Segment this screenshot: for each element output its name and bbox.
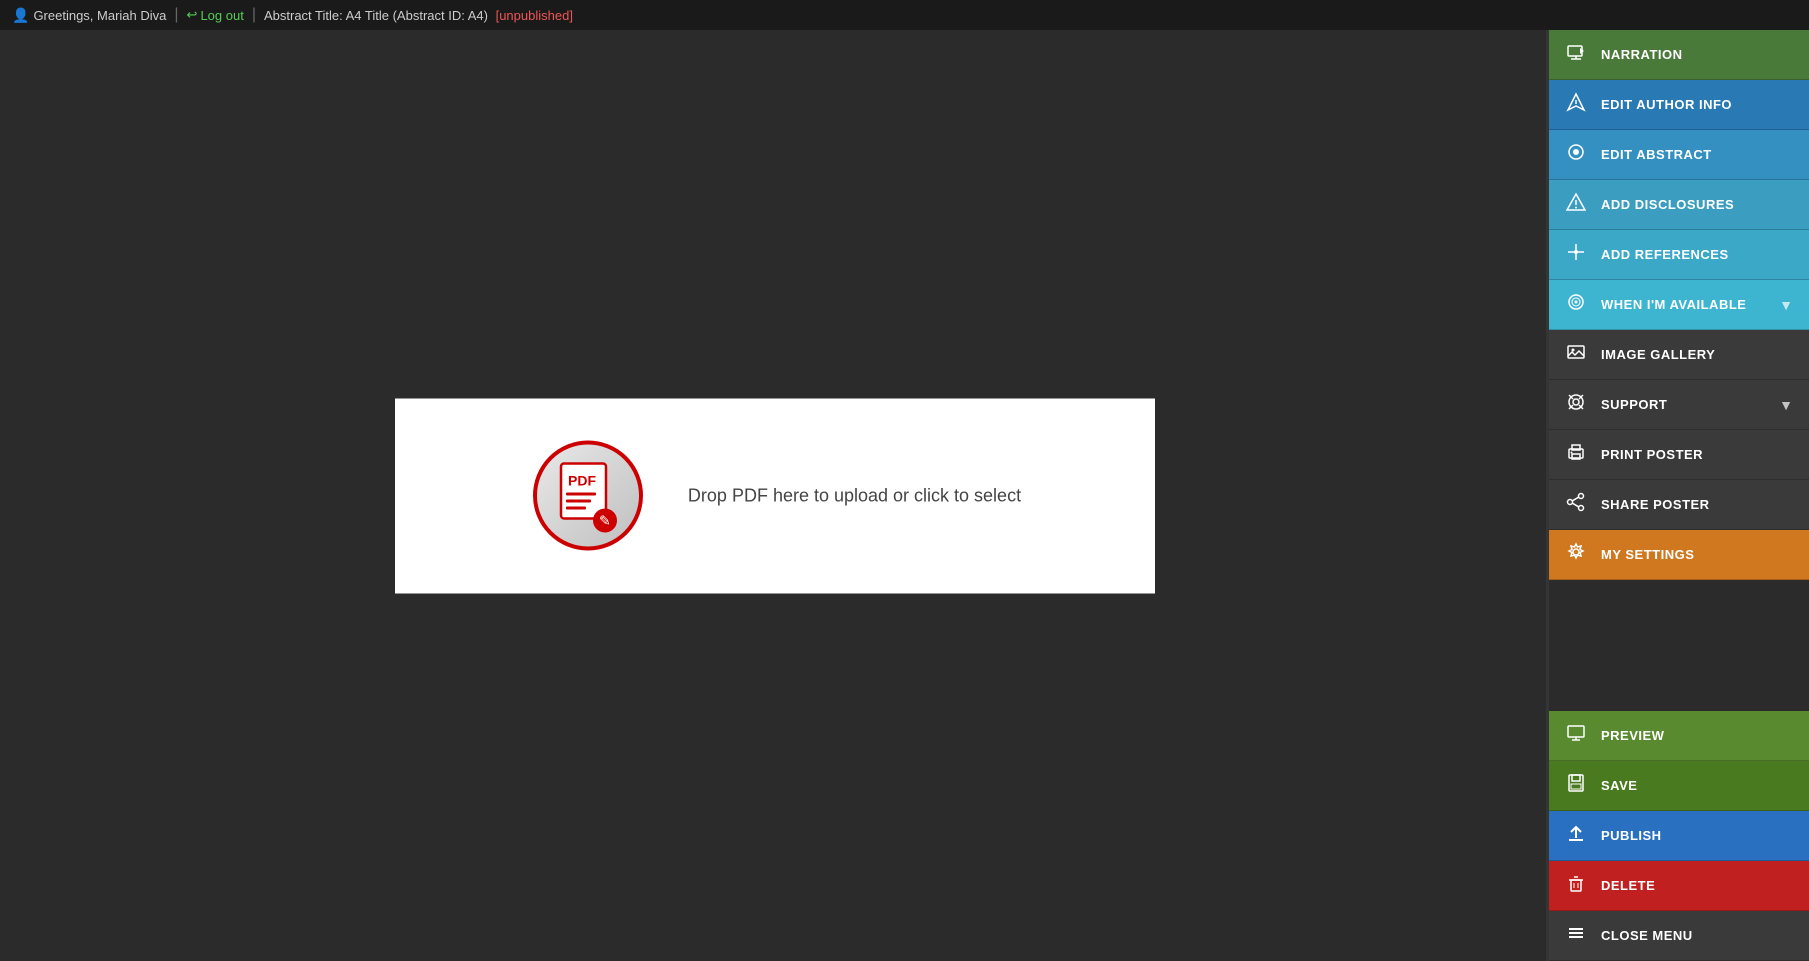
- greeting-text: 👤 Greetings, Mariah Diva: [12, 7, 166, 24]
- abstract-prefix: Abstract Title:: [264, 8, 343, 23]
- when-available-icon: [1565, 292, 1587, 317]
- my-settings-icon: [1565, 542, 1587, 567]
- sidebar-item-when-available[interactable]: WHEN I'M AVAILABLE ▼: [1549, 280, 1809, 330]
- resize-handle[interactable]: [1546, 30, 1549, 961]
- print-poster-icon: [1565, 442, 1587, 467]
- pdf-svg-icon: PDF ✎: [553, 458, 623, 533]
- sidebar-item-narration[interactable]: NARRATION: [1549, 30, 1809, 80]
- sidebar-item-publish[interactable]: PUBLISH: [1549, 811, 1809, 861]
- sidebar-item-print-poster[interactable]: PRINT POSTER: [1549, 430, 1809, 480]
- abstract-title-value: A4 Title (Abstract ID: A4): [346, 8, 488, 23]
- image-gallery-label: IMAGE GALLERY: [1601, 347, 1715, 362]
- pdf-circle: PDF ✎: [533, 441, 643, 551]
- abstract-title-area: Abstract Title: A4 Title (Abstract ID: A…: [264, 8, 573, 23]
- close-menu-label: CLOSE MENU: [1601, 928, 1693, 943]
- sidebar-spacer: [1549, 580, 1809, 711]
- preview-icon: [1565, 723, 1587, 748]
- pdf-icon: PDF ✎: [528, 436, 648, 556]
- edit-author-icon: [1565, 92, 1587, 117]
- sidebar-item-close-menu[interactable]: CLOSE MENU: [1549, 911, 1809, 961]
- sidebar-item-delete[interactable]: DELETE: [1549, 861, 1809, 911]
- sidebar: NARRATION EDIT AUTHOR INFO EDIT ABSTRACT…: [1549, 30, 1809, 961]
- logout-label: Log out: [200, 8, 243, 23]
- person-icon: 👤: [12, 7, 29, 24]
- sidebar-item-add-disclosures[interactable]: ADD DISCLOSURES: [1549, 180, 1809, 230]
- save-icon: [1565, 773, 1587, 798]
- svg-text:PDF: PDF: [568, 472, 596, 488]
- publish-label: PUBLISH: [1601, 828, 1662, 843]
- delete-label: DELETE: [1601, 878, 1655, 893]
- support-label: SUPPORT: [1601, 397, 1667, 412]
- pdf-upload-dropzone[interactable]: PDF ✎ Drop PDF here to upload or click t…: [395, 398, 1155, 593]
- dropdown-arrow-icon: ▼: [1779, 397, 1793, 413]
- upload-drop-text: Drop PDF here to upload or click to sele…: [688, 485, 1021, 506]
- my-settings-label: MY SETTINGS: [1601, 547, 1694, 562]
- sidebar-item-share-poster[interactable]: SHARE POSTER: [1549, 480, 1809, 530]
- close-menu-icon: [1565, 923, 1587, 948]
- publish-icon: [1565, 823, 1587, 848]
- sidebar-item-preview[interactable]: PREVIEW: [1549, 711, 1809, 761]
- canvas-area[interactable]: PDF ✎ Drop PDF here to upload or click t…: [0, 30, 1549, 961]
- print-poster-label: PRINT POSTER: [1601, 447, 1703, 462]
- add-references-icon: [1565, 242, 1587, 267]
- narration-icon: [1565, 42, 1587, 67]
- sidebar-item-add-references[interactable]: ADD REFERENCES: [1549, 230, 1809, 280]
- main-area: PDF ✎ Drop PDF here to upload or click t…: [0, 30, 1809, 961]
- topbar: 👤 Greetings, Mariah Diva | ↩ Log out | A…: [0, 0, 1809, 30]
- logout-button[interactable]: ↩ Log out: [187, 7, 244, 23]
- edit-abstract-icon: [1565, 142, 1587, 167]
- sidebar-item-my-settings[interactable]: MY SETTINGS: [1549, 530, 1809, 580]
- logout-icon: ↩: [187, 7, 198, 23]
- save-label: SAVE: [1601, 778, 1637, 793]
- share-poster-icon: [1565, 492, 1587, 517]
- add-disclosures-icon: [1565, 192, 1587, 217]
- sidebar-item-edit-author[interactable]: EDIT AUTHOR INFO: [1549, 80, 1809, 130]
- preview-label: PREVIEW: [1601, 728, 1664, 743]
- narration-label: NARRATION: [1601, 47, 1683, 62]
- edit-abstract-label: EDIT ABSTRACT: [1601, 147, 1712, 162]
- share-poster-label: SHARE POSTER: [1601, 497, 1710, 512]
- svg-text:✎: ✎: [599, 512, 611, 528]
- sidebar-nav: NARRATION EDIT AUTHOR INFO EDIT ABSTRACT…: [1549, 30, 1809, 580]
- image-gallery-icon: [1565, 342, 1587, 367]
- add-references-label: ADD REFERENCES: [1601, 247, 1729, 262]
- when-available-label: WHEN I'M AVAILABLE: [1601, 297, 1746, 312]
- sidebar-item-edit-abstract[interactable]: EDIT ABSTRACT: [1549, 130, 1809, 180]
- edit-author-label: EDIT AUTHOR INFO: [1601, 97, 1732, 112]
- delete-icon: [1565, 873, 1587, 898]
- status-badge: [unpublished]: [496, 8, 573, 23]
- sidebar-bottom: PREVIEW SAVE PUBLISH DELETE CLOSE MENU: [1549, 711, 1809, 961]
- add-disclosures-label: ADD DISCLOSURES: [1601, 197, 1734, 212]
- sidebar-item-image-gallery[interactable]: IMAGE GALLERY: [1549, 330, 1809, 380]
- sidebar-item-support[interactable]: SUPPORT ▼: [1549, 380, 1809, 430]
- support-icon: [1565, 392, 1587, 417]
- dropdown-arrow-icon: ▼: [1779, 297, 1793, 313]
- greeting-label: Greetings, Mariah Diva: [33, 8, 166, 23]
- sidebar-item-save[interactable]: SAVE: [1549, 761, 1809, 811]
